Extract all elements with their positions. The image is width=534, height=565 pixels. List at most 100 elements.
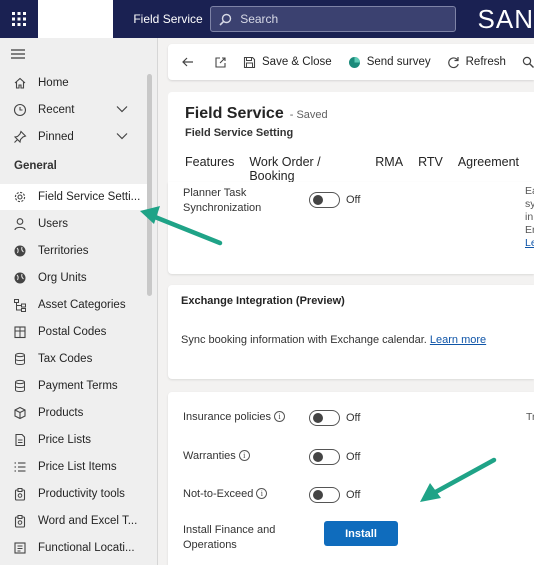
sidebar-item-label: Recent <box>38 104 75 116</box>
sidebar-item-label: Pinned <box>38 131 74 143</box>
sidebar-item-pinned[interactable]: Pinned <box>0 124 150 150</box>
planner-sync-label: Planner Task Synchronization <box>183 186 261 216</box>
install-finance-label: Install Finance and Operations <box>183 523 275 553</box>
label-line: Synchronization <box>183 202 262 214</box>
list-icon <box>12 459 28 475</box>
sidebar-item-asset-categories[interactable]: Asset Categories <box>0 292 150 318</box>
sidebar-item-word-excel-templates[interactable]: Word and Excel T... <box>0 508 150 534</box>
building-icon <box>12 324 28 340</box>
toggle-state: Off <box>346 451 361 463</box>
redacted-logo <box>38 0 114 38</box>
section-title: Exchange Integration (Preview) <box>181 295 345 307</box>
sidebar-item-postal-codes[interactable]: Postal Codes <box>0 319 150 345</box>
toggle-knob <box>313 490 323 500</box>
sidebar-item-label: Productivity tools <box>38 488 125 500</box>
sidebar-item-org-units[interactable]: Org Units <box>0 265 150 291</box>
truncated-command-button[interactable]: C <box>514 44 534 80</box>
sidebar-item-field-service-settings[interactable]: Field Service Setti... <box>0 184 150 210</box>
home-icon <box>12 75 28 91</box>
info-icon[interactable]: i <box>256 488 268 499</box>
tools-icon <box>12 486 28 502</box>
hamburger-icon <box>11 49 25 59</box>
info-icon[interactable]: i <box>238 450 250 461</box>
sidebar-item-recent[interactable]: Recent <box>0 97 150 123</box>
back-button[interactable] <box>168 44 206 80</box>
sidebar-item-label: Payment Terms <box>38 380 118 392</box>
text-fragment: Ea <box>525 185 534 197</box>
app-launcher-button[interactable] <box>0 0 38 38</box>
hamburger-menu-button[interactable] <box>11 48 25 63</box>
sidebar-item-payment-terms[interactable]: Payment Terms <box>0 373 150 399</box>
sidebar-item-productivity-tools[interactable]: Productivity tools <box>0 481 150 507</box>
send-survey-label: Send survey <box>366 56 431 68</box>
environment-label: SAN <box>477 3 534 34</box>
send-survey-button[interactable]: Send survey <box>340 44 439 80</box>
learn-more-link[interactable]: Learn more <box>430 334 486 346</box>
description-text: Sync booking information with Exchange c… <box>181 334 427 346</box>
pin-icon <box>12 129 28 145</box>
back-arrow-icon <box>182 57 193 67</box>
command-bar: Save & Close Send survey Refresh C <box>168 44 534 80</box>
chevron-down-icon[interactable] <box>116 131 128 143</box>
sidebar-item-functional-locations[interactable]: Functional Locati... <box>0 535 150 561</box>
search-icon <box>522 56 534 69</box>
install-button[interactable]: Install <box>324 521 398 546</box>
entity-subtitle: Field Service Setting <box>185 127 294 139</box>
database-icon <box>12 378 28 394</box>
survey-icon <box>348 56 361 69</box>
sidebar-item-users[interactable]: Users <box>0 211 150 237</box>
not-to-exceed-toggle[interactable] <box>309 487 340 503</box>
sidebar-item-home[interactable]: Home <box>0 70 150 96</box>
sidebar-item-label: Postal Codes <box>38 326 107 338</box>
planner-section: Planner Task Synchronization Off Ea sy i… <box>168 182 534 274</box>
sidebar-item-label: Field Service Setti... <box>38 191 141 203</box>
open-new-window-button[interactable] <box>206 44 235 80</box>
search-box[interactable]: Search <box>210 6 456 32</box>
text-fragment: in <box>525 211 534 223</box>
info-icon[interactable]: i <box>274 411 286 422</box>
sidebar-item-territories[interactable]: Territories <box>0 238 150 264</box>
save-close-button[interactable]: Save & Close <box>235 44 340 80</box>
sidebar-item-price-list-items[interactable]: Price List Items <box>0 454 150 480</box>
learn-more-link[interactable]: Le <box>525 237 534 250</box>
warranties-toggle[interactable] <box>309 449 340 465</box>
waffle-icon <box>12 12 27 26</box>
save-close-label: Save & Close <box>262 56 332 68</box>
refresh-label: Refresh <box>465 56 506 68</box>
sidebar-item-tax-codes[interactable]: Tax Codes <box>0 346 150 372</box>
title-row: Field Service - Saved <box>185 105 328 123</box>
chevron-down-icon[interactable] <box>116 104 128 116</box>
sidebar-item-price-lists[interactable]: Price Lists <box>0 427 150 453</box>
document-icon <box>12 432 28 448</box>
refresh-icon <box>447 56 460 69</box>
cube-icon <box>12 405 28 421</box>
toggle-state: Off <box>346 489 361 501</box>
globe-icon <box>12 270 28 286</box>
gear-icon <box>12 189 28 205</box>
open-in-new-window-icon <box>215 56 226 68</box>
sidebar-item-label: Org Units <box>38 272 87 284</box>
save-icon <box>243 56 256 69</box>
label-line: Planner Task <box>183 187 247 199</box>
toggle-state: Off <box>346 412 361 424</box>
planner-sync-toggle[interactable] <box>309 192 340 208</box>
insurance-policies-toggle[interactable] <box>309 410 340 426</box>
clock-icon <box>12 102 28 118</box>
database-icon <box>12 351 28 367</box>
truncated-description: Ea sy in Er Le <box>525 185 534 250</box>
sidebar-item-products[interactable]: Products <box>0 400 150 426</box>
app-name[interactable]: Field Service <box>133 12 210 26</box>
globe-icon <box>12 243 28 259</box>
sidebar-item-label: Functional Locati... <box>38 542 135 554</box>
toggle-knob <box>313 413 323 423</box>
text-fragment: sy <box>525 198 534 210</box>
sidebar-item-label: Territories <box>38 245 89 257</box>
not-to-exceed-label: Not-to-Exceed i <box>183 487 268 502</box>
label-line: Install Finance and <box>183 524 276 536</box>
exchange-integration-section: Exchange Integration (Preview) Sync book… <box>168 285 534 379</box>
warranties-label: Warranties i <box>183 449 250 464</box>
refresh-button[interactable]: Refresh <box>439 44 514 80</box>
text-fragment: Er <box>525 224 534 236</box>
sidebar-scrollbar[interactable] <box>147 74 152 296</box>
sidebar-item-label: Price List Items <box>38 461 117 473</box>
